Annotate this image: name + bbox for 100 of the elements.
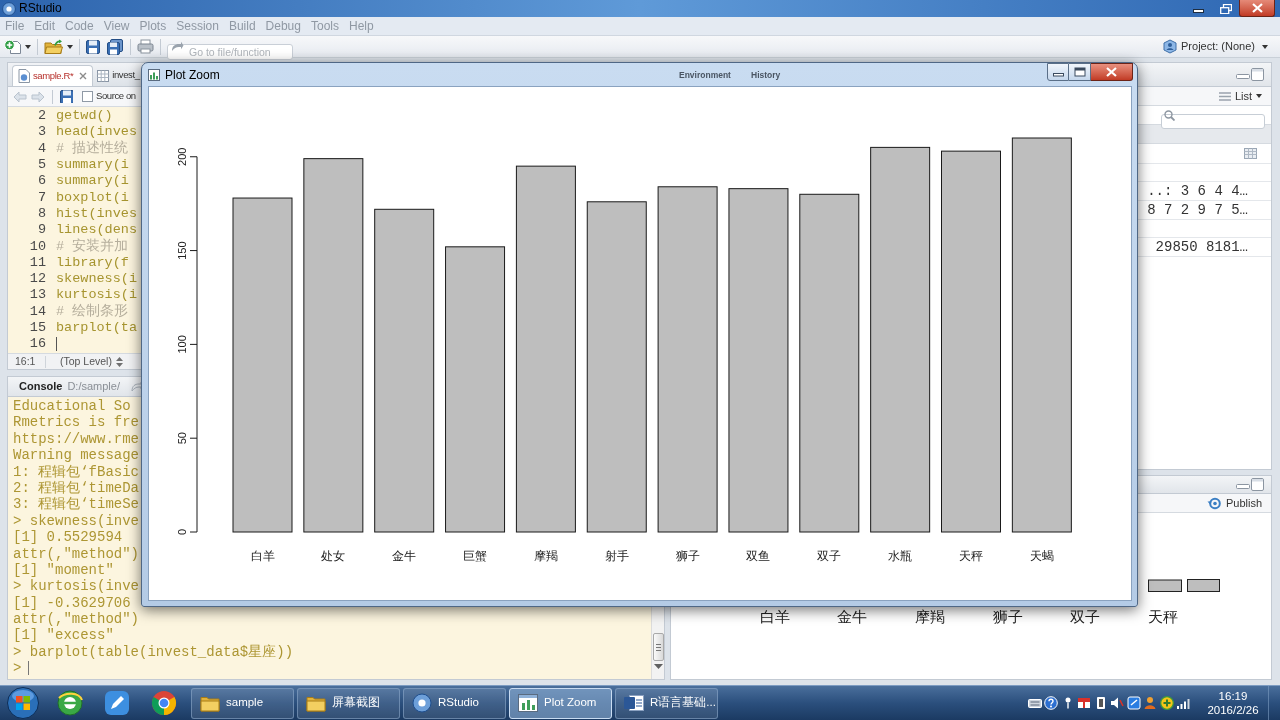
blurred-tab-label: History — [751, 69, 781, 82]
menu-item[interactable]: Code — [65, 17, 94, 35]
pencil-icon[interactable] — [103, 690, 130, 716]
code-line: library(f — [56, 254, 129, 271]
menu-item[interactable]: Help — [349, 17, 374, 35]
menu-item[interactable]: Build — [228, 17, 256, 35]
view-mode-menu[interactable]: List — [1234, 87, 1252, 105]
checkbox[interactable] — [82, 91, 93, 102]
line-number: 13 — [28, 287, 46, 304]
menu-item[interactable]: Debug — [265, 17, 301, 35]
code-line: skewness(i — [56, 271, 137, 288]
menu-item[interactable]: Tools — [310, 17, 339, 35]
scroll-down-arrow-icon[interactable] — [653, 664, 663, 669]
axis-label: 天秤 — [1147, 607, 1178, 627]
console-line: [1] -0.3629706 — [13, 594, 131, 612]
axis-label: 摩羯 — [915, 607, 945, 627]
editor-tab[interactable]: invest_ — [95, 65, 140, 86]
gift-icon[interactable] — [1077, 696, 1091, 710]
browser-logo-icon[interactable] — [149, 689, 178, 717]
maximize-button[interactable] — [1069, 63, 1091, 81]
start-orb-icon[interactable] — [5, 686, 41, 720]
value-text: 29850 8181… — [1155, 237, 1248, 257]
code-line: barplot(ta — [56, 320, 137, 336]
person-icon[interactable] — [1143, 696, 1157, 710]
up-down-caret-icon[interactable] — [115, 356, 123, 367]
code-line: hist(inves — [56, 205, 137, 222]
console-line: 1: 程辑包‘fBasic — [13, 463, 139, 480]
code-comment: # 安装并加 — [56, 238, 129, 255]
menu-item[interactable]: Edit — [34, 17, 56, 35]
tick-label: 200 — [176, 147, 188, 166]
code-line: boxplot(i — [56, 189, 129, 206]
close-icon — [1251, 3, 1263, 13]
document-icon — [624, 694, 644, 712]
minimize-button[interactable] — [1047, 63, 1069, 81]
line-number: 7 — [36, 189, 46, 206]
caret-icon[interactable] — [1262, 44, 1268, 49]
close-button[interactable] — [1239, 0, 1275, 17]
taskbar-button[interactable]: Plot Zoom — [509, 687, 612, 719]
folder-icon — [200, 694, 220, 712]
caret-icon[interactable] — [1256, 94, 1262, 98]
save-icon[interactable] — [60, 90, 73, 103]
print-icon[interactable] — [137, 39, 154, 54]
caret-icon[interactable] — [67, 44, 73, 49]
arrow-icon — [171, 41, 184, 52]
app-square-icon[interactable] — [1126, 696, 1141, 710]
taskbar-button[interactable]: sample — [191, 687, 294, 719]
pane-maximize-icon[interactable] — [1251, 68, 1264, 81]
taskbar-button[interactable]: 屏幕截图 — [297, 687, 400, 719]
scroll-thumb[interactable] — [652, 633, 664, 661]
speaker-icon[interactable] — [1110, 696, 1124, 710]
save-all-icon[interactable] — [107, 38, 124, 55]
line-number: 15 — [28, 320, 46, 336]
search-field[interactable] — [1161, 113, 1265, 129]
close-icon[interactable] — [79, 72, 88, 80]
category-label: 双子 — [817, 550, 842, 562]
globe-icon[interactable] — [55, 689, 84, 717]
bar-chart-thumbnail — [1148, 579, 1220, 592]
editor-tab[interactable]: sample.R* — [12, 65, 94, 86]
project-icon — [1163, 39, 1177, 54]
tick-label: 100 — [176, 335, 188, 354]
publish-icon — [1206, 496, 1223, 510]
line-number: 3 — [36, 124, 46, 141]
line-number: 12 — [28, 271, 46, 288]
menu-item[interactable]: View — [103, 17, 130, 35]
category-label: 天蝎 — [1029, 550, 1054, 562]
category-label: 水瓶 — [888, 550, 913, 562]
category-label: 双鱼 — [746, 550, 771, 562]
new-file-icon[interactable] — [4, 38, 22, 55]
value-text: ..: 3 6 4 4… — [1147, 181, 1248, 201]
console-line: https://www.rme — [13, 430, 140, 448]
taskbar-button[interactable]: RStudio — [403, 687, 506, 719]
taskbar-button[interactable]: R语言基础... — [615, 687, 718, 719]
code-comment: # 描述性统 — [56, 140, 129, 157]
caret-icon[interactable] — [25, 44, 31, 49]
console-line: > barplot(table(invest_data$星座)) — [13, 643, 294, 661]
help-icon[interactable] — [1044, 696, 1058, 710]
code-line: head(inves — [56, 124, 137, 140]
close-button[interactable] — [1091, 63, 1133, 81]
console-line: Rmetrics is fre — [13, 414, 140, 431]
go-to-file-field[interactable]: Go to file/function — [167, 43, 293, 60]
code-line: getwd() — [56, 108, 113, 125]
list-icon — [1218, 91, 1231, 101]
code-line: summary(i — [56, 157, 129, 174]
tick-label: 50 — [176, 432, 188, 445]
console-line: > skewness(inve — [13, 512, 140, 530]
publish-button[interactable]: Publish — [1206, 494, 1262, 512]
line-number: 2 — [36, 108, 46, 125]
menu-item[interactable]: File — [5, 17, 25, 35]
menu-item[interactable]: Plots — [139, 17, 167, 35]
signal-icon[interactable] — [1176, 696, 1190, 710]
code-line: kurtosis(i — [56, 287, 137, 303]
save-icon[interactable] — [86, 39, 100, 54]
menu-item[interactable]: Session — [176, 17, 219, 35]
plus-circle-icon[interactable] — [1159, 696, 1174, 710]
pane-maximize-icon[interactable] — [1251, 478, 1264, 491]
keyboard-icon[interactable] — [1027, 696, 1042, 710]
project-menu[interactable]: Project: (None) — [1181, 38, 1255, 55]
console-line: 2: 程辑包‘timeDa — [13, 479, 139, 497]
clock-time: 16:19 — [1218, 689, 1248, 703]
scope-menu[interactable]: (Top Level) — [60, 353, 112, 369]
